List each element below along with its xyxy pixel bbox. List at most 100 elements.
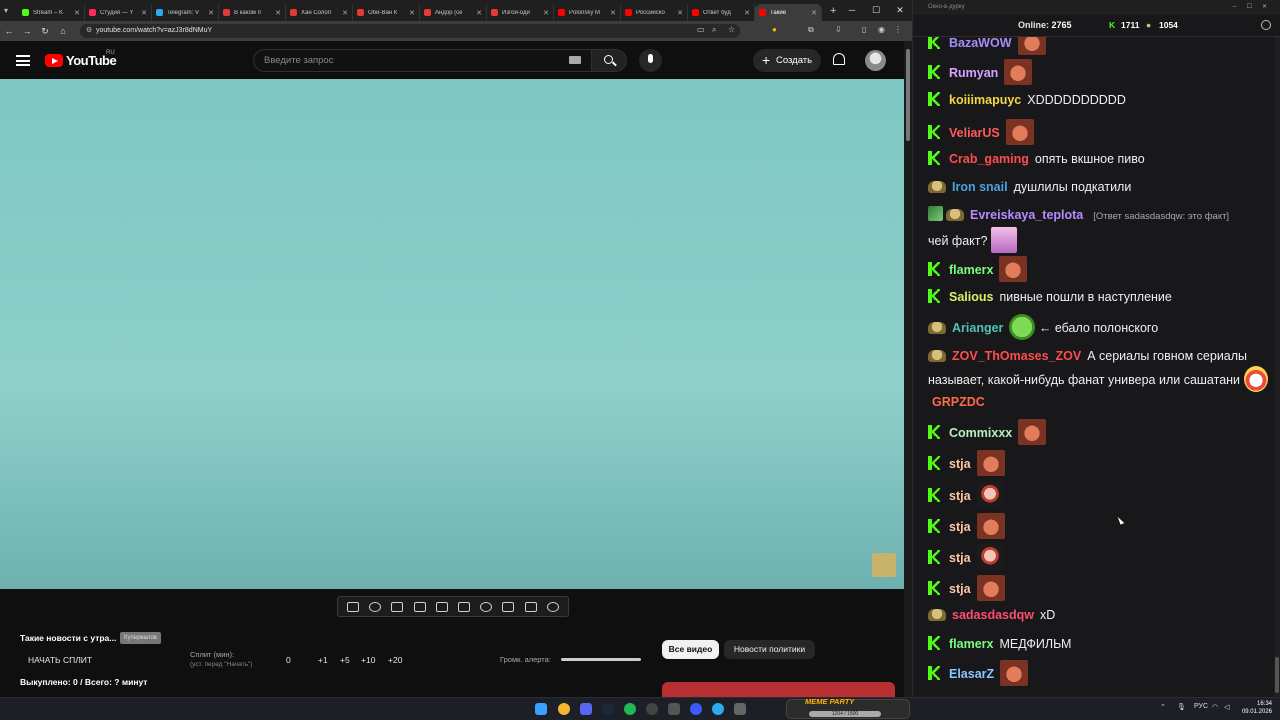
screen-icon[interactable] bbox=[391, 601, 404, 612]
chat-username[interactable]: Evreiskaya_teplota bbox=[970, 208, 1083, 222]
split-add-10-button[interactable]: +10 bbox=[361, 655, 375, 665]
extensions-puzzle-icon[interactable]: ⧉ bbox=[808, 25, 814, 35]
channel-watermark[interactable] bbox=[872, 553, 896, 577]
chat-scrollbar-thumb[interactable] bbox=[1275, 657, 1279, 693]
recommended-video-thumbnail[interactable] bbox=[662, 682, 895, 697]
account-avatar[interactable] bbox=[865, 50, 886, 71]
wifi-icon[interactable]: ◠ bbox=[1212, 703, 1218, 711]
extension-icon[interactable]: ● bbox=[772, 25, 777, 34]
tab-close-icon[interactable]: ✕ bbox=[677, 9, 683, 17]
profile-icon[interactable]: ◉ bbox=[878, 25, 885, 34]
chat-settings-icon[interactable] bbox=[1261, 20, 1271, 30]
language-indicator[interactable]: РУС bbox=[1194, 703, 1208, 710]
meme-party-widget[interactable]: MEME PARTY 1204 / 1500 bbox=[786, 697, 910, 719]
chat-username[interactable]: Iron snail bbox=[952, 180, 1008, 194]
chat-username[interactable]: Rumyan bbox=[949, 66, 998, 80]
chat-username[interactable]: stja bbox=[949, 582, 971, 596]
browser-tab[interactable]: Андор (се ✕ bbox=[420, 4, 487, 21]
chat-window-controls[interactable]: ─☐✕ bbox=[1232, 0, 1277, 15]
alert-volume-slider[interactable] bbox=[561, 658, 641, 661]
discord-icon[interactable] bbox=[580, 703, 592, 715]
tab-close-icon[interactable]: ✕ bbox=[74, 9, 80, 17]
telegram-icon[interactable] bbox=[712, 703, 724, 715]
start-icon[interactable] bbox=[535, 703, 547, 715]
browser-tab[interactable]: Такие ✕ bbox=[755, 4, 822, 21]
chat-username[interactable]: stja bbox=[949, 489, 971, 503]
browser-tab[interactable]: Telegram: V ✕ bbox=[152, 4, 219, 21]
spotify-icon[interactable] bbox=[624, 703, 636, 715]
clock[interactable]: 16:34 09.01.2026 bbox=[1238, 700, 1272, 716]
chat-username[interactable]: ZOV_ThOmases_ZOV bbox=[952, 349, 1081, 363]
video-player[interactable] bbox=[0, 79, 904, 589]
home-icon[interactable]: ⌂ bbox=[54, 26, 72, 36]
camera-icon[interactable] bbox=[524, 601, 537, 612]
chip-politics-news[interactable]: Новости политики bbox=[724, 640, 815, 659]
browser-tab[interactable]: В каком п ✕ bbox=[219, 4, 286, 21]
close-icon[interactable]: ✕ bbox=[888, 0, 912, 21]
chat-username[interactable]: stja bbox=[949, 520, 971, 534]
voice-search-button[interactable] bbox=[639, 49, 662, 72]
chat-mention[interactable]: GRPZDC bbox=[932, 395, 985, 409]
chat-username[interactable]: VeliarUS bbox=[949, 126, 1000, 140]
split-add-1-button[interactable]: +1 bbox=[318, 655, 328, 665]
chat-username[interactable]: stja bbox=[949, 551, 971, 565]
tool-icon[interactable] bbox=[734, 703, 746, 715]
browser-menu-icon[interactable]: ⋮ bbox=[894, 25, 902, 34]
add-clip-icon[interactable] bbox=[502, 601, 515, 612]
chat-username[interactable]: flamerx bbox=[949, 263, 993, 277]
zoom-icon[interactable]: ⌕ bbox=[712, 25, 716, 35]
scrollbar-thumb[interactable] bbox=[906, 49, 910, 141]
new-tab-button[interactable]: + bbox=[830, 5, 836, 17]
chip-all-videos[interactable]: Все видео bbox=[662, 640, 719, 659]
steam-icon[interactable] bbox=[602, 703, 614, 715]
minimize-icon[interactable]: ─ bbox=[840, 0, 864, 21]
page-scrollbar[interactable] bbox=[904, 41, 912, 697]
keyboard-icon[interactable] bbox=[569, 56, 581, 64]
channel-tag[interactable]: Купервалов bbox=[120, 632, 161, 644]
tab-close-icon[interactable]: ✕ bbox=[811, 9, 817, 17]
split-add-5-button[interactable]: +5 bbox=[340, 655, 350, 665]
chat-username[interactable]: koiiimapuyc bbox=[949, 93, 1021, 107]
volume-icon[interactable]: ◁ bbox=[1224, 703, 1229, 711]
browser-tab[interactable]: Polonsky M ✕ bbox=[554, 4, 621, 21]
back-icon[interactable]: ← bbox=[0, 26, 18, 36]
site-info-icon[interactable]: ⚙ bbox=[86, 24, 92, 38]
browser-tab[interactable]: Российско ✕ bbox=[621, 4, 688, 21]
broadcast-icon[interactable] bbox=[369, 601, 382, 612]
tab-close-icon[interactable]: ✕ bbox=[208, 9, 214, 17]
tray-chevron-icon[interactable]: ⌃ bbox=[1160, 703, 1166, 711]
pip-icon[interactable] bbox=[435, 601, 448, 612]
start-split-button[interactable]: НАЧАТЬ СПЛИТ bbox=[28, 655, 92, 665]
tab-search-icon[interactable]: ▾ bbox=[4, 6, 8, 15]
reply-reference[interactable]: [Ответ sadasdasdqw: это факт] bbox=[1093, 211, 1229, 222]
tab-close-icon[interactable]: ✕ bbox=[409, 9, 415, 17]
search-input[interactable]: Введите запрос bbox=[253, 49, 592, 72]
notifications-bell-icon[interactable] bbox=[833, 53, 845, 65]
tab-close-icon[interactable]: ✕ bbox=[275, 9, 281, 17]
create-button[interactable]: + Создать bbox=[753, 49, 821, 72]
chat-username[interactable]: flamerx bbox=[949, 637, 993, 651]
chat-username[interactable]: Crab_gaming bbox=[949, 152, 1029, 166]
tab-close-icon[interactable]: ✕ bbox=[141, 9, 147, 17]
reload-icon[interactable]: ↻ bbox=[36, 26, 54, 37]
tab-close-icon[interactable]: ✕ bbox=[744, 9, 750, 17]
player-icon[interactable] bbox=[690, 703, 702, 715]
mic-tray-icon[interactable]: 🎙 bbox=[1177, 703, 1186, 711]
chat-username[interactable]: sadasdasdqw bbox=[952, 608, 1034, 622]
bookmark-star-icon[interactable]: ☆ bbox=[728, 25, 735, 34]
chat-username[interactable]: Salious bbox=[949, 290, 993, 304]
browser-tab[interactable]: Оби-Ван К ✕ bbox=[353, 4, 420, 21]
split-add-20-button[interactable]: +20 bbox=[388, 655, 402, 665]
forward-icon[interactable]: → bbox=[18, 26, 36, 36]
cast-icon[interactable]: ▭ bbox=[697, 25, 705, 34]
browser-tab[interactable]: Изгой-оди ✕ bbox=[487, 4, 554, 21]
chat-username[interactable]: Arianger bbox=[952, 321, 1003, 335]
tab-close-icon[interactable]: ✕ bbox=[543, 9, 549, 17]
sidebar-icon[interactable]: ▯ bbox=[862, 25, 866, 34]
menu-icon[interactable] bbox=[16, 55, 30, 66]
tab-close-icon[interactable]: ✕ bbox=[342, 9, 348, 17]
grid-icon[interactable] bbox=[458, 601, 471, 612]
settings-gear-icon[interactable] bbox=[546, 601, 559, 612]
maximize-icon[interactable]: ☐ bbox=[864, 0, 888, 21]
search-button[interactable] bbox=[591, 49, 627, 72]
